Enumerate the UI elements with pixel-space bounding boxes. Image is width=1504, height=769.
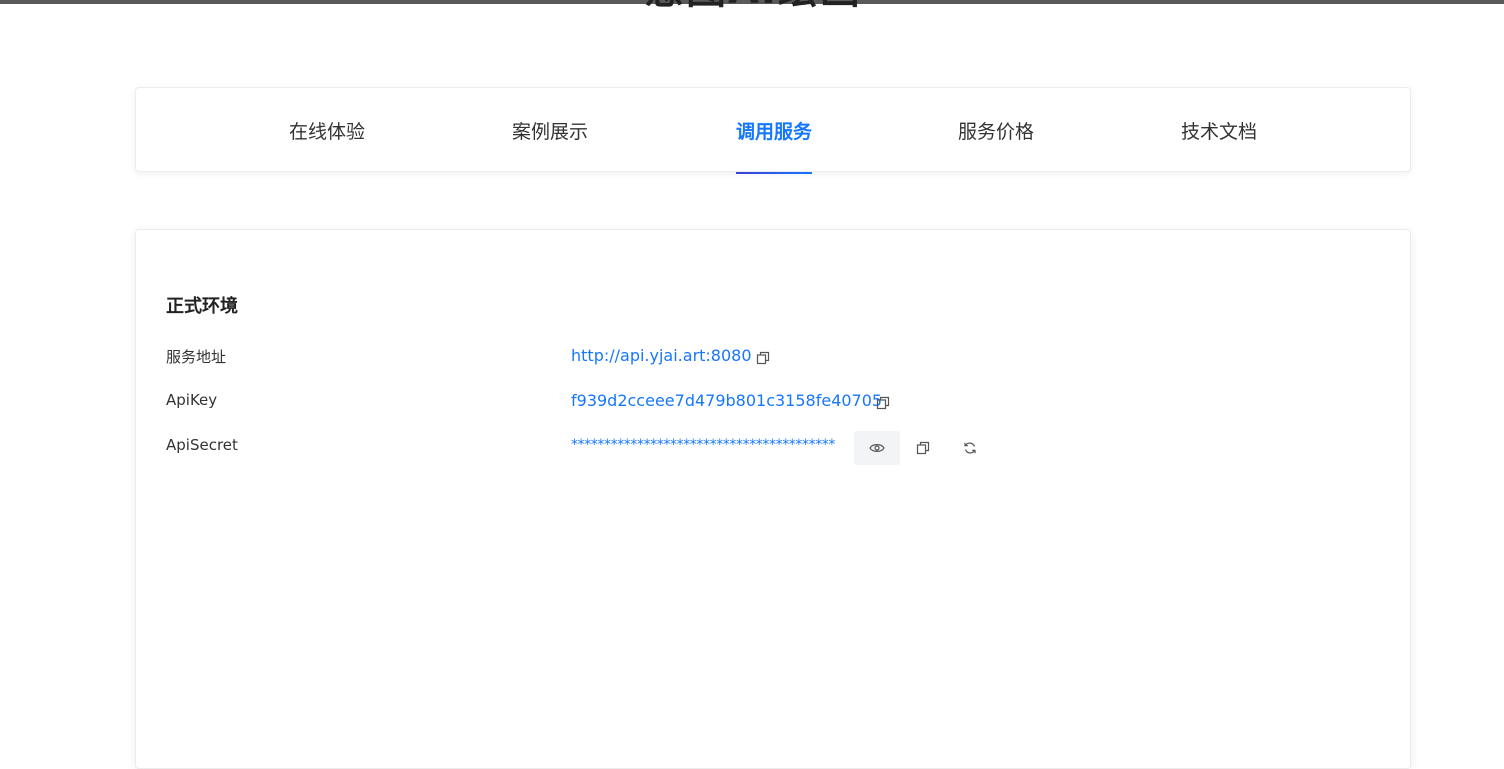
service-panel: 正式环境 服务地址 http://api.yjai.art:8080 ApiKe… (135, 229, 1411, 769)
section-title: 正式环境 (166, 296, 238, 317)
show-secret-button[interactable] (854, 431, 900, 465)
copy-icon (876, 396, 890, 410)
apikey-label: ApiKey (166, 391, 218, 409)
tab-tech-docs[interactable]: 技术文档 (1181, 88, 1257, 173)
apisecret-label: ApiSecret (166, 436, 238, 454)
copy-icon (916, 441, 930, 455)
copy-secret-button[interactable] (900, 431, 946, 465)
copy-apikey-button[interactable] (860, 386, 906, 420)
tab-service-price[interactable]: 服务价格 (958, 88, 1034, 173)
tab-call-service[interactable]: 调用服务 (736, 88, 813, 174)
tab-bar: 在线体验 案例展示 调用服务 服务价格 技术文档 (135, 87, 1411, 174)
service-address-value: http://api.yjai.art:8080 (571, 346, 752, 365)
tab-online-experience[interactable]: 在线体验 (289, 88, 365, 173)
apikey-value: f939d2cceee7d479b801c3158fe40705 (571, 391, 883, 410)
service-address-label: 服务地址 (166, 348, 227, 366)
refresh-icon (964, 442, 976, 454)
tab-case-showcase[interactable]: 案例展示 (512, 88, 588, 173)
page-title-partially-visible: 意图AI绘画 (644, 0, 862, 12)
apisecret-value: **************************************** (571, 437, 836, 453)
refresh-secret-button[interactable] (947, 431, 993, 465)
copy-address-button[interactable] (740, 341, 786, 375)
eye-icon (869, 444, 885, 452)
copy-icon (756, 351, 770, 365)
